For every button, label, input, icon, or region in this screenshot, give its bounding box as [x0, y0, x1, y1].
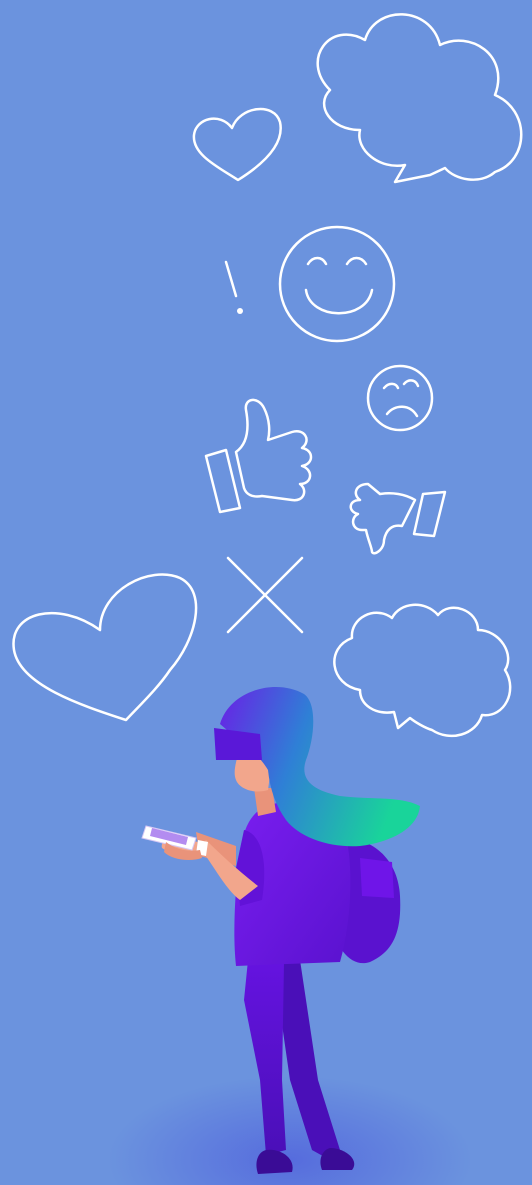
- exclamation-icon: [224, 260, 243, 314]
- speech-cloud-icon: [333, 603, 512, 738]
- heart-icon: [192, 107, 282, 182]
- person-figure: [141, 686, 420, 1174]
- illustration-scene: [0, 0, 532, 1185]
- heart-icon: [12, 573, 198, 722]
- sad-face-icon: [366, 364, 434, 432]
- thumbs-down-icon: [349, 482, 447, 555]
- smiley-icon: [278, 225, 396, 343]
- front-leg: [244, 960, 286, 1155]
- cross-icon: [226, 556, 304, 634]
- speech-cloud-icon: [316, 13, 523, 184]
- thumbs-up-icon: [204, 398, 313, 514]
- illustration-art: [12, 13, 523, 1174]
